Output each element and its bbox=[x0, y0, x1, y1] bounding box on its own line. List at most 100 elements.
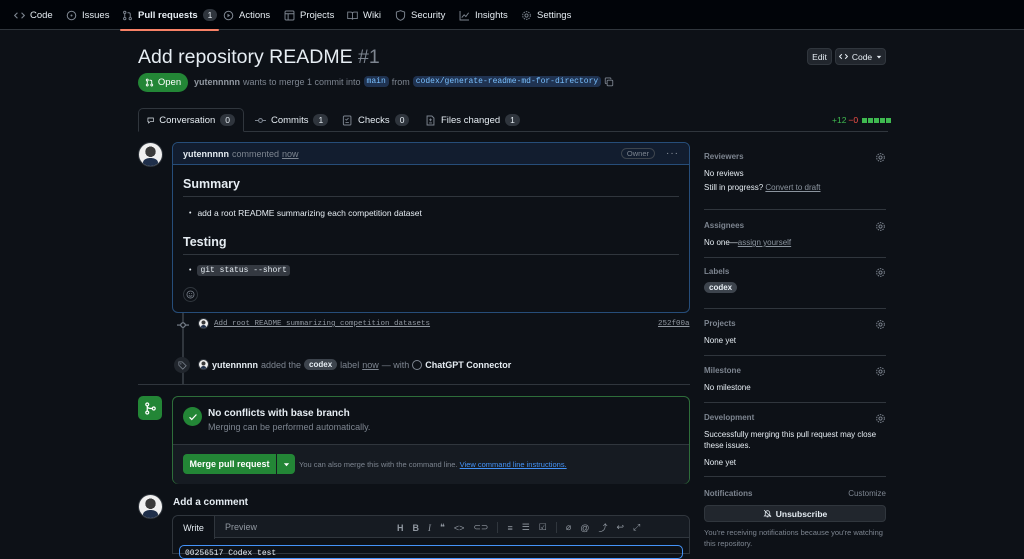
heading-icon[interactable]: H bbox=[397, 523, 404, 533]
gear-icon[interactable] bbox=[875, 221, 886, 232]
link-icon[interactable]: ⊂⊃ bbox=[473, 522, 488, 533]
development-title[interactable]: Development bbox=[704, 413, 886, 422]
unordered-list-icon[interactable]: ☰ bbox=[522, 522, 530, 533]
attach-icon[interactable]: ⌀ bbox=[566, 522, 571, 533]
reviewers-title[interactable]: Reviewers bbox=[704, 152, 886, 161]
label-event-user[interactable]: yutennnnn bbox=[212, 360, 258, 370]
reference-icon[interactable]: ⤴ bbox=[598, 521, 607, 534]
tab-conversation-count: 0 bbox=[220, 114, 235, 126]
avatar[interactable] bbox=[198, 359, 209, 370]
label-event-time[interactable]: now bbox=[362, 360, 379, 370]
comment-textarea[interactable]: 00256517 Codex test bbox=[179, 545, 683, 559]
reply-icon[interactable]: ↩ bbox=[616, 522, 624, 533]
pr-author[interactable]: yutennnnn bbox=[194, 77, 240, 87]
graph-icon bbox=[459, 10, 470, 20]
comment-author[interactable]: yutennnnn bbox=[183, 149, 229, 159]
pr-meta: yutennnnn wants to merge 1 commit into m… bbox=[194, 76, 614, 87]
heading-divider bbox=[183, 254, 679, 255]
git-merge-icon bbox=[144, 401, 156, 415]
tab-checks[interactable]: Checks 0 bbox=[342, 108, 410, 132]
milestone-title[interactable]: Milestone bbox=[704, 366, 886, 375]
copy-icon[interactable] bbox=[604, 77, 614, 87]
merge-options-button[interactable] bbox=[277, 454, 295, 474]
owner-badge: Owner bbox=[620, 148, 655, 159]
nav-insights[interactable]: Insights bbox=[459, 0, 508, 30]
nav-projects-label: Projects bbox=[300, 9, 335, 21]
customize-link[interactable]: Customize bbox=[848, 489, 886, 498]
assign-yourself-link[interactable]: assign yourself bbox=[738, 238, 791, 247]
code-button-label: Code bbox=[851, 51, 873, 62]
tab-conversation[interactable]: Conversation 0 bbox=[138, 108, 244, 132]
gear-icon[interactable] bbox=[875, 366, 886, 377]
nav-settings[interactable]: Settings bbox=[521, 0, 571, 30]
nav-pull-requests[interactable]: Pull requests 1 bbox=[119, 0, 220, 31]
gear-icon[interactable] bbox=[875, 152, 886, 163]
code-icon bbox=[14, 11, 25, 19]
issue-icon bbox=[66, 10, 77, 20]
code-dropdown-button[interactable]: Code bbox=[835, 48, 886, 65]
connector-name[interactable]: ChatGPT Connector bbox=[425, 360, 511, 370]
ordered-list-icon[interactable]: ≡ bbox=[507, 523, 512, 533]
pr-status-label: Open bbox=[157, 77, 182, 88]
commit-message[interactable]: Add root README summarizing competition … bbox=[214, 320, 430, 328]
nav-security[interactable]: Security bbox=[395, 0, 445, 30]
gear-icon[interactable] bbox=[875, 319, 886, 330]
avatar[interactable] bbox=[138, 142, 163, 167]
merge-pull-request-button[interactable]: Merge pull request bbox=[183, 454, 276, 474]
unsubscribe-label: Unsubscribe bbox=[775, 508, 828, 519]
convert-to-draft-link[interactable]: Convert to draft bbox=[765, 183, 820, 192]
label-codex[interactable]: codex bbox=[304, 359, 338, 370]
nav-code[interactable]: Code bbox=[14, 0, 53, 30]
edit-button[interactable]: Edit bbox=[807, 48, 832, 65]
head-branch[interactable]: codex/generate-readme-md-for-directory bbox=[412, 76, 602, 87]
code-icon[interactable]: <> bbox=[454, 523, 465, 533]
task-list-icon[interactable]: ☑ bbox=[539, 522, 547, 533]
nav-actions[interactable]: Actions bbox=[223, 0, 270, 30]
gear-icon[interactable] bbox=[875, 267, 886, 278]
base-branch[interactable]: main bbox=[363, 76, 389, 87]
code-icon bbox=[838, 53, 848, 60]
projects-title[interactable]: Projects bbox=[704, 319, 886, 328]
add-reaction-button[interactable] bbox=[183, 287, 198, 302]
reviewers-value: No reviews bbox=[704, 169, 744, 178]
merge-title: No conflicts with base branch bbox=[208, 408, 350, 419]
nav-issues[interactable]: Issues bbox=[66, 0, 109, 30]
pr-status-badge: Open bbox=[138, 73, 188, 92]
file-diff-icon bbox=[426, 115, 435, 125]
nav-insights-label: Insights bbox=[475, 9, 508, 21]
nav-wiki[interactable]: Wiki bbox=[347, 0, 381, 30]
tab-write[interactable]: Write bbox=[173, 516, 215, 539]
avatar[interactable] bbox=[198, 318, 209, 329]
caret-down-icon bbox=[283, 462, 289, 466]
comment-time[interactable]: now bbox=[282, 149, 299, 159]
commit-icon bbox=[177, 322, 189, 328]
label-codex[interactable]: codex bbox=[704, 282, 738, 293]
heading-divider bbox=[183, 196, 679, 197]
divider bbox=[555, 522, 557, 533]
tab-files-changed[interactable]: Files changed 1 bbox=[425, 108, 520, 132]
quote-icon[interactable]: ❝ bbox=[440, 522, 445, 533]
kebab-menu-icon[interactable]: ··· bbox=[666, 148, 679, 159]
assignees-title[interactable]: Assignees bbox=[704, 221, 886, 230]
nav-issues-label: Issues bbox=[82, 9, 110, 21]
tab-commits-label: Commits bbox=[271, 114, 309, 126]
command-line-link[interactable]: View command line instructions. bbox=[460, 460, 567, 469]
tab-preview[interactable]: Preview bbox=[225, 522, 257, 532]
labels-title[interactable]: Labels bbox=[704, 267, 886, 276]
avatar[interactable] bbox=[138, 494, 163, 519]
pr-tabs: Conversation 0 Commits 1 Checks 0 Files … bbox=[138, 108, 888, 132]
nav-projects[interactable]: Projects bbox=[284, 0, 334, 30]
tab-files-changed-count: 1 bbox=[505, 114, 520, 126]
fullscreen-icon[interactable]: ⤢ bbox=[633, 522, 640, 533]
gear-icon[interactable] bbox=[875, 413, 886, 424]
nav-wiki-label: Wiki bbox=[363, 9, 381, 21]
bold-icon[interactable]: B bbox=[413, 523, 420, 533]
label-event-added-text: added the bbox=[261, 359, 302, 370]
mention-icon[interactable]: @ bbox=[580, 523, 589, 533]
unsubscribe-button[interactable]: Unsubscribe bbox=[704, 505, 886, 522]
tab-commits[interactable]: Commits 1 bbox=[255, 108, 329, 132]
commit-sha[interactable]: 252f00a bbox=[658, 320, 690, 328]
italic-icon[interactable]: I bbox=[428, 523, 431, 533]
bell-slash-icon bbox=[763, 509, 772, 518]
development-text: Successfully merging this pull request m… bbox=[704, 430, 877, 450]
